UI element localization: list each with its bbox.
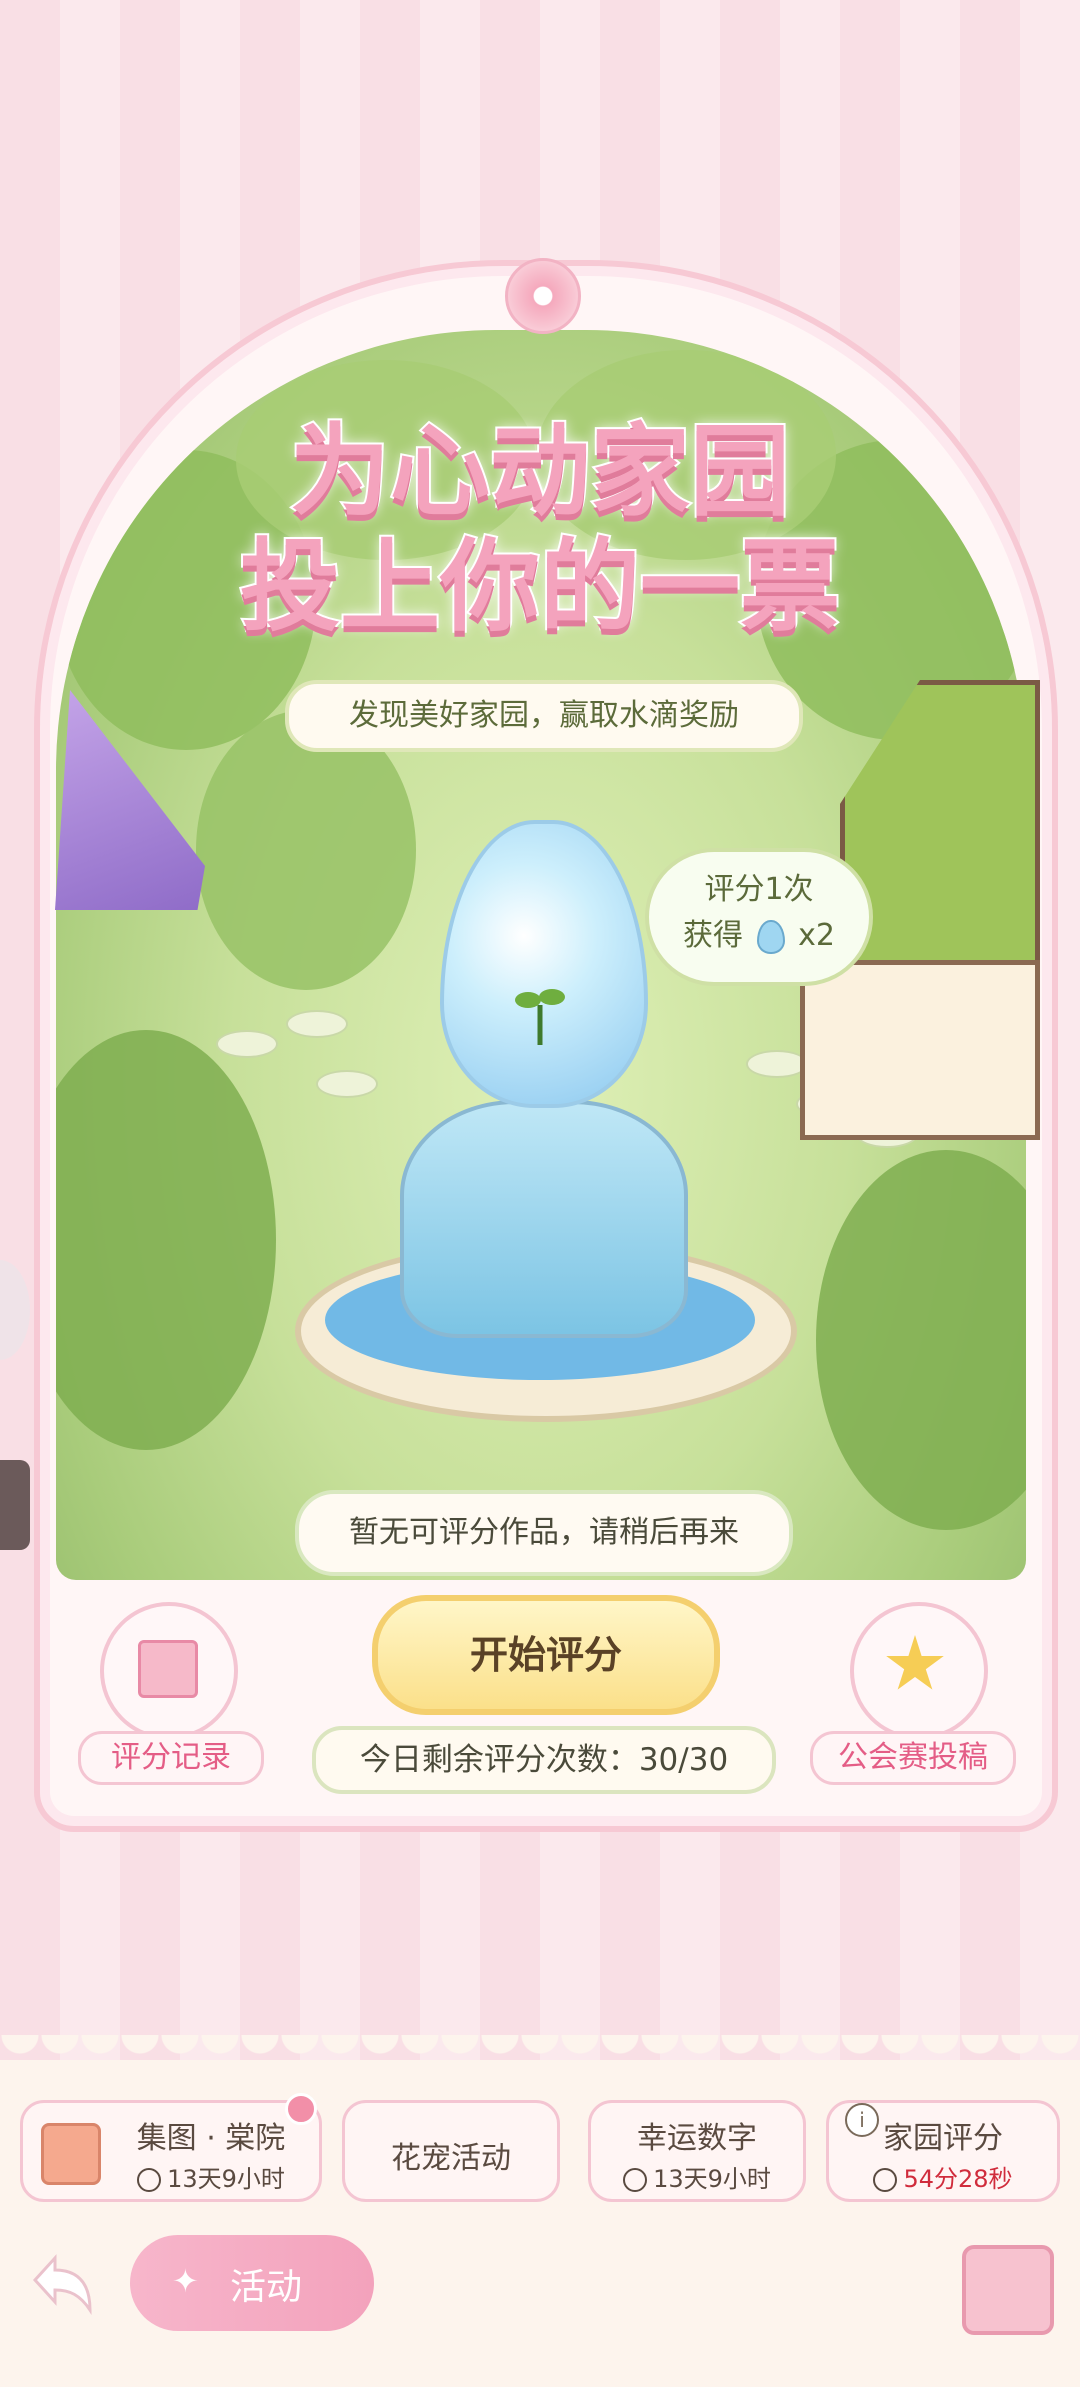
timer-text: 54分28秒 — [903, 2165, 1013, 2193]
tab-timer: 13天9小时 — [591, 2159, 803, 2194]
remaining-ratings: 今日剩余评分次数：30/30 — [312, 1726, 776, 1794]
reward-prefix: 获得 — [683, 918, 744, 953]
clock-icon — [137, 2168, 162, 2192]
water-drop-icon — [756, 919, 785, 954]
tab-lucky-number[interactable]: 幸运数字 13天9小时 — [588, 2100, 806, 2202]
tab-title: 家园评分 — [883, 2121, 1003, 2156]
reward-amount: 获得 x2 — [649, 910, 869, 954]
guild-submit-label[interactable]: 公会赛投稿 — [810, 1731, 1016, 1785]
tab-title: 幸运数字 — [637, 2121, 757, 2156]
back-arrow-icon[interactable] — [30, 2240, 120, 2330]
tab-gallery-collection[interactable]: 集图 · 棠院 13天9小时 — [20, 2093, 322, 2202]
tab-title: 集图 · 棠院 — [136, 2121, 286, 2156]
tab-timer: 13天9小时 — [63, 2159, 359, 2194]
reward-text: 评分1次 — [704, 872, 814, 907]
sprout-icon — [515, 989, 565, 1045]
start-rating-button[interactable]: 开始评分 — [372, 1595, 720, 1715]
activity-label: 活动 — [230, 2267, 303, 2308]
calendar-icon[interactable] — [962, 2245, 1054, 2335]
flower-crest-icon — [505, 258, 581, 334]
clock-icon — [873, 2168, 898, 2192]
gift-box-icon — [138, 1640, 198, 1698]
reward-bubble: 评分1次 获得 x2 — [645, 848, 873, 986]
cottage-wall — [800, 960, 1040, 1140]
tab-home-rating[interactable]: i 家园评分 54分28秒 — [826, 2100, 1060, 2202]
no-works-notice: 暂无可评分作品，请稍后再来 — [295, 1490, 793, 1576]
sparkle-icon: ✦ — [172, 2262, 199, 2300]
tab-timer: 54分28秒 — [829, 2159, 1057, 2194]
timer-text: 13天9小时 — [167, 2165, 285, 2193]
side-decoration — [0, 1260, 30, 1360]
tab-pet-event[interactable]: 花宠活动 — [342, 2100, 560, 2202]
clock-icon — [623, 2168, 648, 2192]
banner-title-line2: 投上你的一票 — [238, 526, 842, 647]
banner-subtitle: 发现美好家园，赢取水滴奖励 — [285, 680, 803, 752]
timer-text: 13天9小时 — [653, 2165, 771, 2193]
tab-title: 花宠活动 — [391, 2141, 511, 2176]
fountain-waterfall — [400, 1100, 688, 1338]
reward-multiplier: x2 — [798, 918, 835, 953]
rating-record-label[interactable]: 评分记录 — [78, 1731, 264, 1785]
side-drawer-handle[interactable] — [0, 1460, 30, 1550]
